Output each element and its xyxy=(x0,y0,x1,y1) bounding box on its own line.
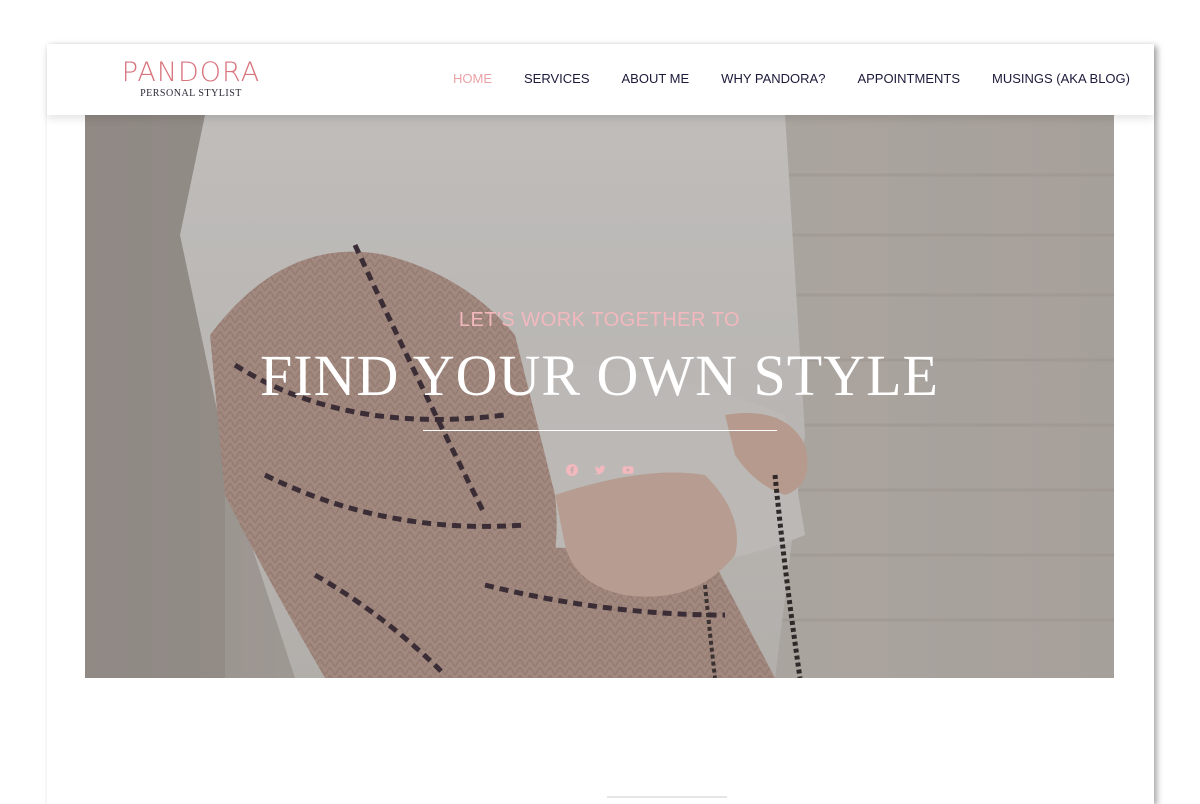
main-navigation: HOME SERVICES ABOUT ME WHY PANDORA? APPO… xyxy=(421,70,1130,88)
nav-item-about-me[interactable]: ABOUT ME xyxy=(622,70,690,88)
youtube-icon[interactable] xyxy=(622,464,634,476)
hero-heading: FIND YOUR OWN STYLE xyxy=(260,343,939,408)
hero-kicker: LET'S WORK TOGETHER TO xyxy=(458,309,741,331)
section-divider xyxy=(607,796,727,798)
nav-item-musings-blog[interactable]: MUSINGS (AKA BLOG) xyxy=(992,70,1130,88)
nav-item-why-pandora[interactable]: WHY PANDORA? xyxy=(721,70,825,88)
site-header: PANDORA PERSONAL STYLIST HOME SERVICES A… xyxy=(47,44,1154,115)
logo-title: PANDORA xyxy=(121,57,261,88)
social-links xyxy=(85,464,1114,476)
nav-item-appointments[interactable]: APPOINTMENTS xyxy=(857,70,960,88)
facebook-icon[interactable] xyxy=(565,464,578,476)
hero-divider xyxy=(423,430,777,431)
page-frame: PANDORA PERSONAL STYLIST HOME SERVICES A… xyxy=(47,44,1154,804)
hero-banner: LET'S WORK TOGETHER TO FIND YOUR OWN STY… xyxy=(85,115,1114,678)
twitter-icon[interactable] xyxy=(594,464,606,476)
nav-item-home[interactable]: HOME xyxy=(453,70,492,88)
nav-item-services[interactable]: SERVICES xyxy=(524,70,590,88)
logo-subtitle: PERSONAL STYLIST xyxy=(140,88,242,99)
site-logo[interactable]: PANDORA PERSONAL STYLIST xyxy=(121,57,261,100)
hero-content: LET'S WORK TOGETHER TO FIND YOUR OWN STY… xyxy=(85,115,1114,678)
